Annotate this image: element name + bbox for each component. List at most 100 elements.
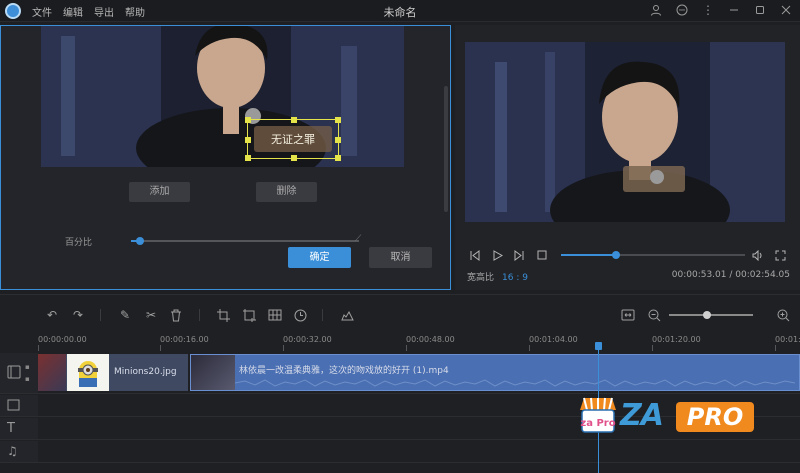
- cancel-button[interactable]: 取消: [369, 247, 432, 268]
- aspect-ratio-label: 宽高比: [467, 273, 495, 283]
- watermark-shop-icon: za Pro: [580, 397, 616, 433]
- menu-export[interactable]: 导出: [94, 4, 114, 19]
- track-mute-icon[interactable]: ▪: [25, 375, 30, 383]
- play-icon[interactable]: [490, 248, 504, 262]
- sticker-editor-panel: 无证之罪 添加 删除 百分比 ⟋ 确定 取消: [0, 25, 451, 290]
- video-editor-window: 文件 编辑 导出 帮助 未命名 ⋮ 无证之罪 添加 删除 百分比 ⟋ 确定 取消…: [0, 0, 800, 473]
- ruler-tick: [406, 345, 407, 351]
- clip-thumbnail: [67, 354, 109, 391]
- resize-corner-icon: ⟋: [355, 234, 362, 244]
- watermark-pro-text: PRO: [676, 402, 754, 432]
- delete-button[interactable]: 删除: [256, 182, 317, 202]
- feedback-icon[interactable]: [674, 2, 690, 18]
- maximize-icon[interactable]: [752, 2, 768, 18]
- music-track-header: ♫: [0, 441, 38, 463]
- close-icon[interactable]: [778, 2, 794, 18]
- app-logo-icon: [5, 3, 21, 19]
- toolbar-divider: [199, 309, 200, 321]
- sticker-icon[interactable]: [339, 307, 355, 323]
- clip-thumbnail: [38, 354, 66, 391]
- timecode: 00:00:53.01 / 00:02:54.05: [671, 270, 790, 280]
- ruler-label: 00:01:20.00: [652, 335, 701, 344]
- playback-progress-bar[interactable]: [561, 251, 745, 259]
- track-lock-icon[interactable]: ▪: [25, 363, 30, 371]
- sticker-label: 无证之罪: [254, 126, 332, 152]
- duration-icon[interactable]: [292, 307, 308, 323]
- resize-handle-top-left[interactable]: [245, 117, 251, 123]
- zoom-in-icon[interactable]: [775, 307, 791, 323]
- opacity-slider[interactable]: [131, 237, 359, 245]
- more-icon[interactable]: ⋮: [700, 2, 716, 18]
- edit-icon[interactable]: ✎: [117, 307, 133, 323]
- ruler-label: 00:01:04.00: [529, 335, 578, 344]
- playback-progress-thumb[interactable]: [612, 251, 621, 259]
- resize-handle-bottom-left[interactable]: [245, 155, 251, 161]
- undo-icon[interactable]: ↶: [44, 307, 60, 323]
- preview-panel: 宽高比 16 : 9 00:00:53.01 / 00:02:54.05: [455, 25, 800, 290]
- resize-handle-right[interactable]: [335, 137, 341, 143]
- ruler-label: 00:01:36.00: [775, 335, 800, 344]
- redo-icon[interactable]: ↷: [70, 307, 86, 323]
- aspect-ratio-value[interactable]: 16 : 9: [502, 273, 528, 283]
- ruler-tick: [652, 345, 653, 351]
- resize-handle-top[interactable]: [291, 117, 297, 123]
- fit-timeline-icon[interactable]: [620, 307, 636, 323]
- ruler-label: 00:00:16.00: [160, 335, 209, 344]
- music-track-icon: ♫: [7, 444, 18, 458]
- ruler-tick: [38, 345, 39, 351]
- audio-waveform: [235, 379, 795, 387]
- resize-handle-left[interactable]: [245, 137, 251, 143]
- text-track-icon: T: [7, 421, 15, 436]
- delete-icon[interactable]: [168, 307, 184, 323]
- aspect-ratio: 宽高比 16 : 9: [467, 270, 528, 283]
- editor-scrollbar[interactable]: [444, 86, 448, 212]
- opacity-slider-thumb[interactable]: [136, 237, 145, 245]
- menu-help[interactable]: 帮助: [125, 4, 145, 19]
- timeline-ruler[interactable]: 00:00:00.00 00:00:16.00 00:00:32.00 00:0…: [38, 334, 800, 352]
- confirm-button[interactable]: 确定: [288, 247, 351, 268]
- toolbar-divider: [100, 309, 101, 321]
- previous-frame-icon[interactable]: [467, 248, 481, 262]
- overlay-track-header: [0, 395, 38, 417]
- user-icon[interactable]: [648, 2, 664, 18]
- timeline-clip-image[interactable]: Minions20.jpg: [38, 354, 188, 391]
- sticker-selection-box[interactable]: 无证之罪: [245, 117, 341, 161]
- resize-handle-bottom[interactable]: [291, 155, 297, 161]
- zoom-slider[interactable]: [669, 311, 753, 319]
- volume-icon[interactable]: [751, 248, 765, 262]
- crop-icon[interactable]: [215, 307, 231, 323]
- video-track: Minions20.jpg 林依晨一改温柔典雅，这次的吻戏放的好开 (1).mp…: [38, 353, 800, 394]
- next-frame-icon[interactable]: [512, 248, 526, 262]
- add-button[interactable]: 添加: [129, 182, 190, 202]
- menu-file[interactable]: 文件: [32, 4, 52, 19]
- clip-thumbnail: [191, 355, 235, 390]
- clip-label: Minions20.jpg: [114, 367, 177, 377]
- resize-handle-top-right[interactable]: [335, 117, 341, 123]
- minimize-icon[interactable]: [726, 2, 742, 18]
- menu-edit[interactable]: 编辑: [63, 4, 83, 19]
- menu-bar: 文件 编辑 导出 帮助: [32, 4, 145, 19]
- mosaic-icon[interactable]: [267, 307, 283, 323]
- preview-video-frame: [465, 42, 785, 222]
- resize-icon[interactable]: [241, 307, 257, 323]
- fullscreen-icon[interactable]: [773, 248, 787, 262]
- ruler-tick: [775, 345, 776, 351]
- timeline-toolbar: ↶ ↷ ✎ ✂: [0, 294, 800, 334]
- timeline-clip-video[interactable]: 林依晨一改温柔典雅，这次的吻戏放的好开 (1).mp4: [190, 354, 800, 391]
- zoom-out-icon[interactable]: [646, 307, 662, 323]
- cut-icon[interactable]: ✂: [143, 307, 159, 323]
- ruler-tick: [529, 345, 530, 351]
- editor-frame-image: [41, 26, 404, 167]
- svg-text:za Pro: za Pro: [580, 418, 615, 429]
- video-track-header: ▪ ▪: [0, 353, 38, 394]
- resize-handle-bottom-right[interactable]: [335, 155, 341, 161]
- ruler-tick: [160, 345, 161, 351]
- music-track[interactable]: [38, 441, 800, 463]
- stop-icon[interactable]: [535, 248, 549, 262]
- clip-label: 林依晨一改温柔典雅，这次的吻戏放的好开 (1).mp4: [239, 366, 449, 376]
- title-bar: 文件 编辑 导出 帮助 未命名 ⋮: [0, 0, 800, 22]
- ruler-tick: [283, 345, 284, 351]
- zoom-slider-thumb[interactable]: [702, 311, 711, 319]
- overlay-track-icon: [7, 399, 20, 414]
- window-controls: ⋮: [648, 2, 794, 18]
